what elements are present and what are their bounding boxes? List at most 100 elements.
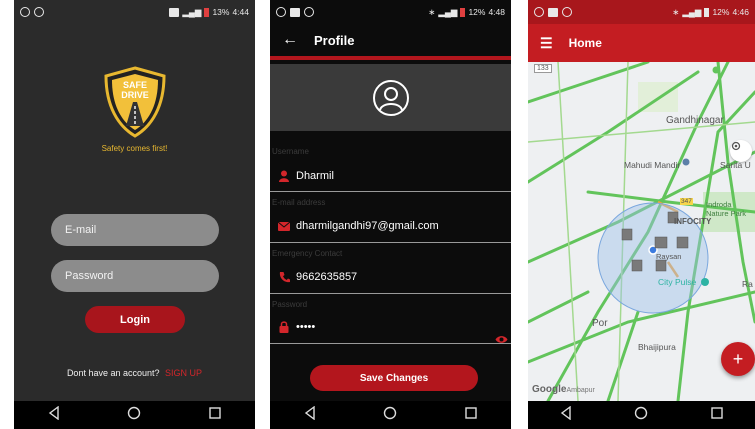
password-label: Password — [272, 300, 308, 309]
battery-level: 12% — [468, 7, 486, 17]
place-ra: Ra — [742, 279, 753, 289]
emergency-label: Emergency Contact — [272, 249, 343, 258]
google-wordmark: Google — [532, 384, 567, 395]
place-por: Por — [592, 318, 608, 329]
battery-icon — [704, 7, 710, 17]
signal-icon: ▂▄▆ — [438, 6, 458, 17]
divider — [270, 343, 511, 344]
email-input[interactable]: E-mail — [51, 214, 219, 246]
back-arrow-icon[interactable]: ← — [282, 31, 298, 49]
nav-home-icon[interactable] — [127, 406, 141, 425]
avatar-icon[interactable] — [371, 78, 411, 118]
battery-icon — [204, 7, 210, 17]
notification-icon — [562, 7, 572, 17]
save-changes-button[interactable]: Save Changes — [310, 365, 478, 391]
app-bar: ← Profile — [270, 24, 511, 60]
bluetooth-icon: ∗ — [428, 6, 436, 17]
profile-screen: ∗ ▂▄▆ 12% 4:48 ← Profile Username Dharmi… — [270, 0, 511, 429]
username-field[interactable]: Dharmil — [278, 166, 511, 186]
password-placeholder: Password — [65, 270, 114, 282]
password-field[interactable]: ••••• — [278, 317, 511, 337]
divider — [270, 242, 511, 243]
status-bar: ∗ ▂▄▆ 12% 4:48 — [270, 0, 511, 24]
emergency-value: 9662635857 — [296, 271, 358, 283]
nav-recents-icon[interactable] — [464, 406, 478, 425]
place-gandhinagar: Gandhinagar — [666, 115, 724, 126]
email-field[interactable]: dharmilgandhi97@gmail.com — [278, 216, 511, 236]
image-icon — [290, 7, 300, 17]
menu-icon[interactable]: ☰ — [540, 35, 553, 52]
mail-icon — [278, 221, 290, 231]
crosshair-icon — [731, 141, 741, 151]
logo-text-safe: SAFE — [122, 80, 146, 90]
add-fab-button[interactable]: + — [721, 342, 755, 376]
place-sarita: Sarita U — [720, 160, 751, 170]
signal-icon: ▂▄▆ — [682, 6, 702, 17]
place-city-pulse: City Pulse — [658, 277, 697, 287]
road-shield-133: 133 — [534, 64, 552, 73]
system-nav-bar — [528, 401, 755, 429]
map-view[interactable]: 133 Gandhinagar Mahudi Mandir Sarita U 3… — [528, 62, 755, 401]
eye-icon[interactable] — [495, 331, 508, 349]
email-label: E-mail address — [272, 198, 326, 207]
logo-text-drive: DRIVE — [121, 90, 149, 100]
my-location-button[interactable] — [730, 140, 752, 162]
nav-recents-icon[interactable] — [208, 406, 222, 425]
app-logo: SAFE DRIVE — [14, 66, 255, 138]
status-bar: ∗ ▂▄▆ 12% 4:46 — [528, 0, 755, 24]
place-infocity: INFOCITY — [674, 217, 712, 226]
notification-icon — [34, 7, 44, 17]
divider — [270, 293, 511, 294]
whatsapp-icon — [534, 7, 544, 17]
app-bar: ☰ Home — [528, 24, 755, 62]
login-screen: ▂▄▆ 13% 4:44 SAFE DRIVE Safety comes fir… — [14, 0, 255, 429]
place-mahudi-mandir: Mahudi Mandir — [624, 160, 681, 170]
nav-home-icon[interactable] — [383, 406, 397, 425]
page-title: Home — [568, 36, 602, 50]
signal-icon: ▂▄▆ — [182, 6, 202, 17]
nav-back-icon[interactable] — [303, 405, 317, 425]
home-screen: ∗ ▂▄▆ 12% 4:46 ☰ Home 133 Gandhinagar Ma… — [528, 0, 755, 429]
status-time: 4:46 — [732, 7, 749, 17]
person-icon — [278, 170, 290, 182]
google-logo: GoogleAmbapur — [532, 384, 595, 395]
place-nature-park: Nature Park — [706, 209, 747, 218]
status-time: 4:48 — [488, 7, 505, 17]
system-nav-bar — [14, 401, 255, 429]
battery-level: 13% — [212, 7, 230, 17]
place-ambapur: Ambapur — [566, 387, 595, 394]
login-button[interactable]: Login — [85, 306, 185, 333]
place-indroda: Indroda — [706, 200, 732, 209]
password-input[interactable]: Password — [51, 260, 219, 292]
lock-icon — [278, 321, 290, 333]
signup-prompt: Dont have an account? — [66, 368, 160, 378]
nav-back-icon[interactable] — [559, 405, 573, 425]
username-value: Dharmil — [296, 170, 334, 182]
system-nav-bar — [270, 401, 511, 429]
signup-link[interactable]: SIGN UP — [165, 368, 202, 378]
phone-icon — [278, 271, 290, 283]
profile-header — [270, 64, 511, 131]
battery-icon — [460, 7, 466, 17]
whatsapp-icon — [276, 7, 286, 17]
emergency-field[interactable]: 9662635857 — [278, 267, 511, 287]
image-icon — [548, 7, 558, 17]
battery-level: 12% — [712, 7, 730, 17]
signup-row: Dont have an account? SIGN UP — [14, 368, 255, 378]
place-bhaijipura: Bhaijipura — [638, 342, 676, 352]
email-placeholder: E-mail — [65, 224, 97, 236]
nav-back-icon[interactable] — [47, 405, 61, 425]
page-title: Profile — [314, 32, 355, 48]
tagline: Safety comes first! — [101, 144, 168, 153]
status-bar: ▂▄▆ 13% 4:44 — [14, 0, 255, 24]
vibrate-icon — [169, 7, 180, 17]
nav-home-icon[interactable] — [634, 406, 648, 425]
notification-icon — [304, 7, 314, 17]
divider — [270, 191, 511, 192]
status-time: 4:44 — [232, 7, 249, 17]
nav-recents-icon[interactable] — [710, 406, 724, 425]
username-label: Username — [272, 147, 309, 156]
whatsapp-icon — [20, 7, 30, 17]
place-raysan: Raysan — [656, 252, 682, 261]
road-shield-347: 347 — [680, 198, 693, 205]
